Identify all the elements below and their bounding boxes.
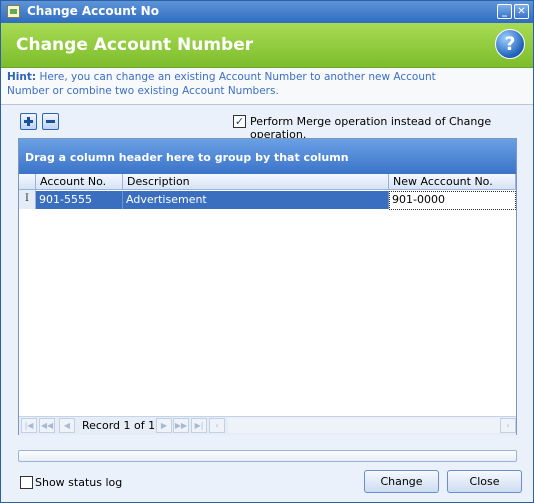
double-right-icon: ▶▶ xyxy=(174,421,188,430)
cell-new-account-no-input[interactable]: 901-0000 xyxy=(389,191,516,210)
title-bar[interactable]: Change Account No _ ✕ xyxy=(1,1,533,23)
row-indicator-header xyxy=(19,174,36,190)
close-button[interactable]: Close xyxy=(447,470,522,493)
checkmark-icon: ✓ xyxy=(234,115,245,128)
last-record-button[interactable]: ▶| xyxy=(191,418,207,433)
prev-page-button[interactable]: ◀◀ xyxy=(39,418,55,433)
status-log-label[interactable]: Show status log xyxy=(35,476,122,489)
status-log-checkbox[interactable] xyxy=(20,476,33,489)
scroll-right-button[interactable]: › xyxy=(500,418,516,433)
horizontal-scrollbar[interactable] xyxy=(228,418,500,433)
double-left-icon: ◀◀ xyxy=(40,421,54,430)
group-by-panel[interactable]: Drag a column header here to group by th… xyxy=(19,139,516,174)
next-page-button[interactable]: ▶▶ xyxy=(173,418,189,433)
first-icon: |◀ xyxy=(24,421,34,430)
help-icon[interactable]: ? xyxy=(495,29,525,59)
hint-text-block: Hint: Here, you can change an existing A… xyxy=(7,70,477,98)
hint-label: Hint: xyxy=(7,71,37,83)
add-row-button[interactable] xyxy=(20,113,37,130)
chevron-right-icon: › xyxy=(506,421,510,430)
column-header-description[interactable]: Description xyxy=(123,174,389,190)
minimize-icon: _ xyxy=(502,6,507,17)
row-indicator[interactable]: I xyxy=(19,190,36,209)
app-icon xyxy=(7,5,20,18)
right-icon: ▶ xyxy=(160,421,168,430)
record-counter: Record 1 of 1 xyxy=(82,419,156,432)
grid-navigator: |◀ ◀◀ ◀ Record 1 of 1 ▶ ▶▶ ▶| ‹ › xyxy=(19,416,516,435)
hint-text: Here, you can change an existing Account… xyxy=(7,71,436,97)
hint-panel: Hint: Here, you can change an existing A… xyxy=(1,68,533,105)
close-icon: ✕ xyxy=(517,6,526,17)
first-record-button[interactable]: |◀ xyxy=(21,418,37,433)
cell-account-no[interactable]: 901-5555 xyxy=(36,191,123,209)
group-by-hint: Drag a column header here to group by th… xyxy=(25,151,349,164)
column-header-new-account-no[interactable]: New Acccount No. xyxy=(389,174,516,190)
column-header-account-no[interactable]: Account No. xyxy=(36,174,123,190)
account-grid: Drag a column header here to group by th… xyxy=(18,138,517,435)
close-window-button[interactable]: ✕ xyxy=(514,4,529,19)
last-icon: ▶| xyxy=(194,421,204,430)
scroll-left-button[interactable]: ‹ xyxy=(209,418,225,433)
prev-record-button[interactable]: ◀ xyxy=(59,418,75,433)
page-header: Change Account Number ? xyxy=(1,23,533,68)
page-title: Change Account Number xyxy=(16,35,254,55)
change-button[interactable]: Change xyxy=(364,470,439,493)
next-record-button[interactable]: ▶ xyxy=(156,418,172,433)
minimize-button[interactable]: _ xyxy=(497,4,512,19)
merge-checkbox[interactable]: ✓ xyxy=(233,115,246,128)
left-icon: ◀ xyxy=(63,421,71,430)
window-title: Change Account No xyxy=(27,4,159,18)
remove-row-button[interactable] xyxy=(42,113,59,130)
chevron-left-icon: ‹ xyxy=(215,421,219,430)
cell-description[interactable]: Advertisement xyxy=(123,191,389,209)
progress-bar xyxy=(18,450,517,462)
change-account-window: Change Account No _ ✕ Change Account Num… xyxy=(0,0,534,503)
